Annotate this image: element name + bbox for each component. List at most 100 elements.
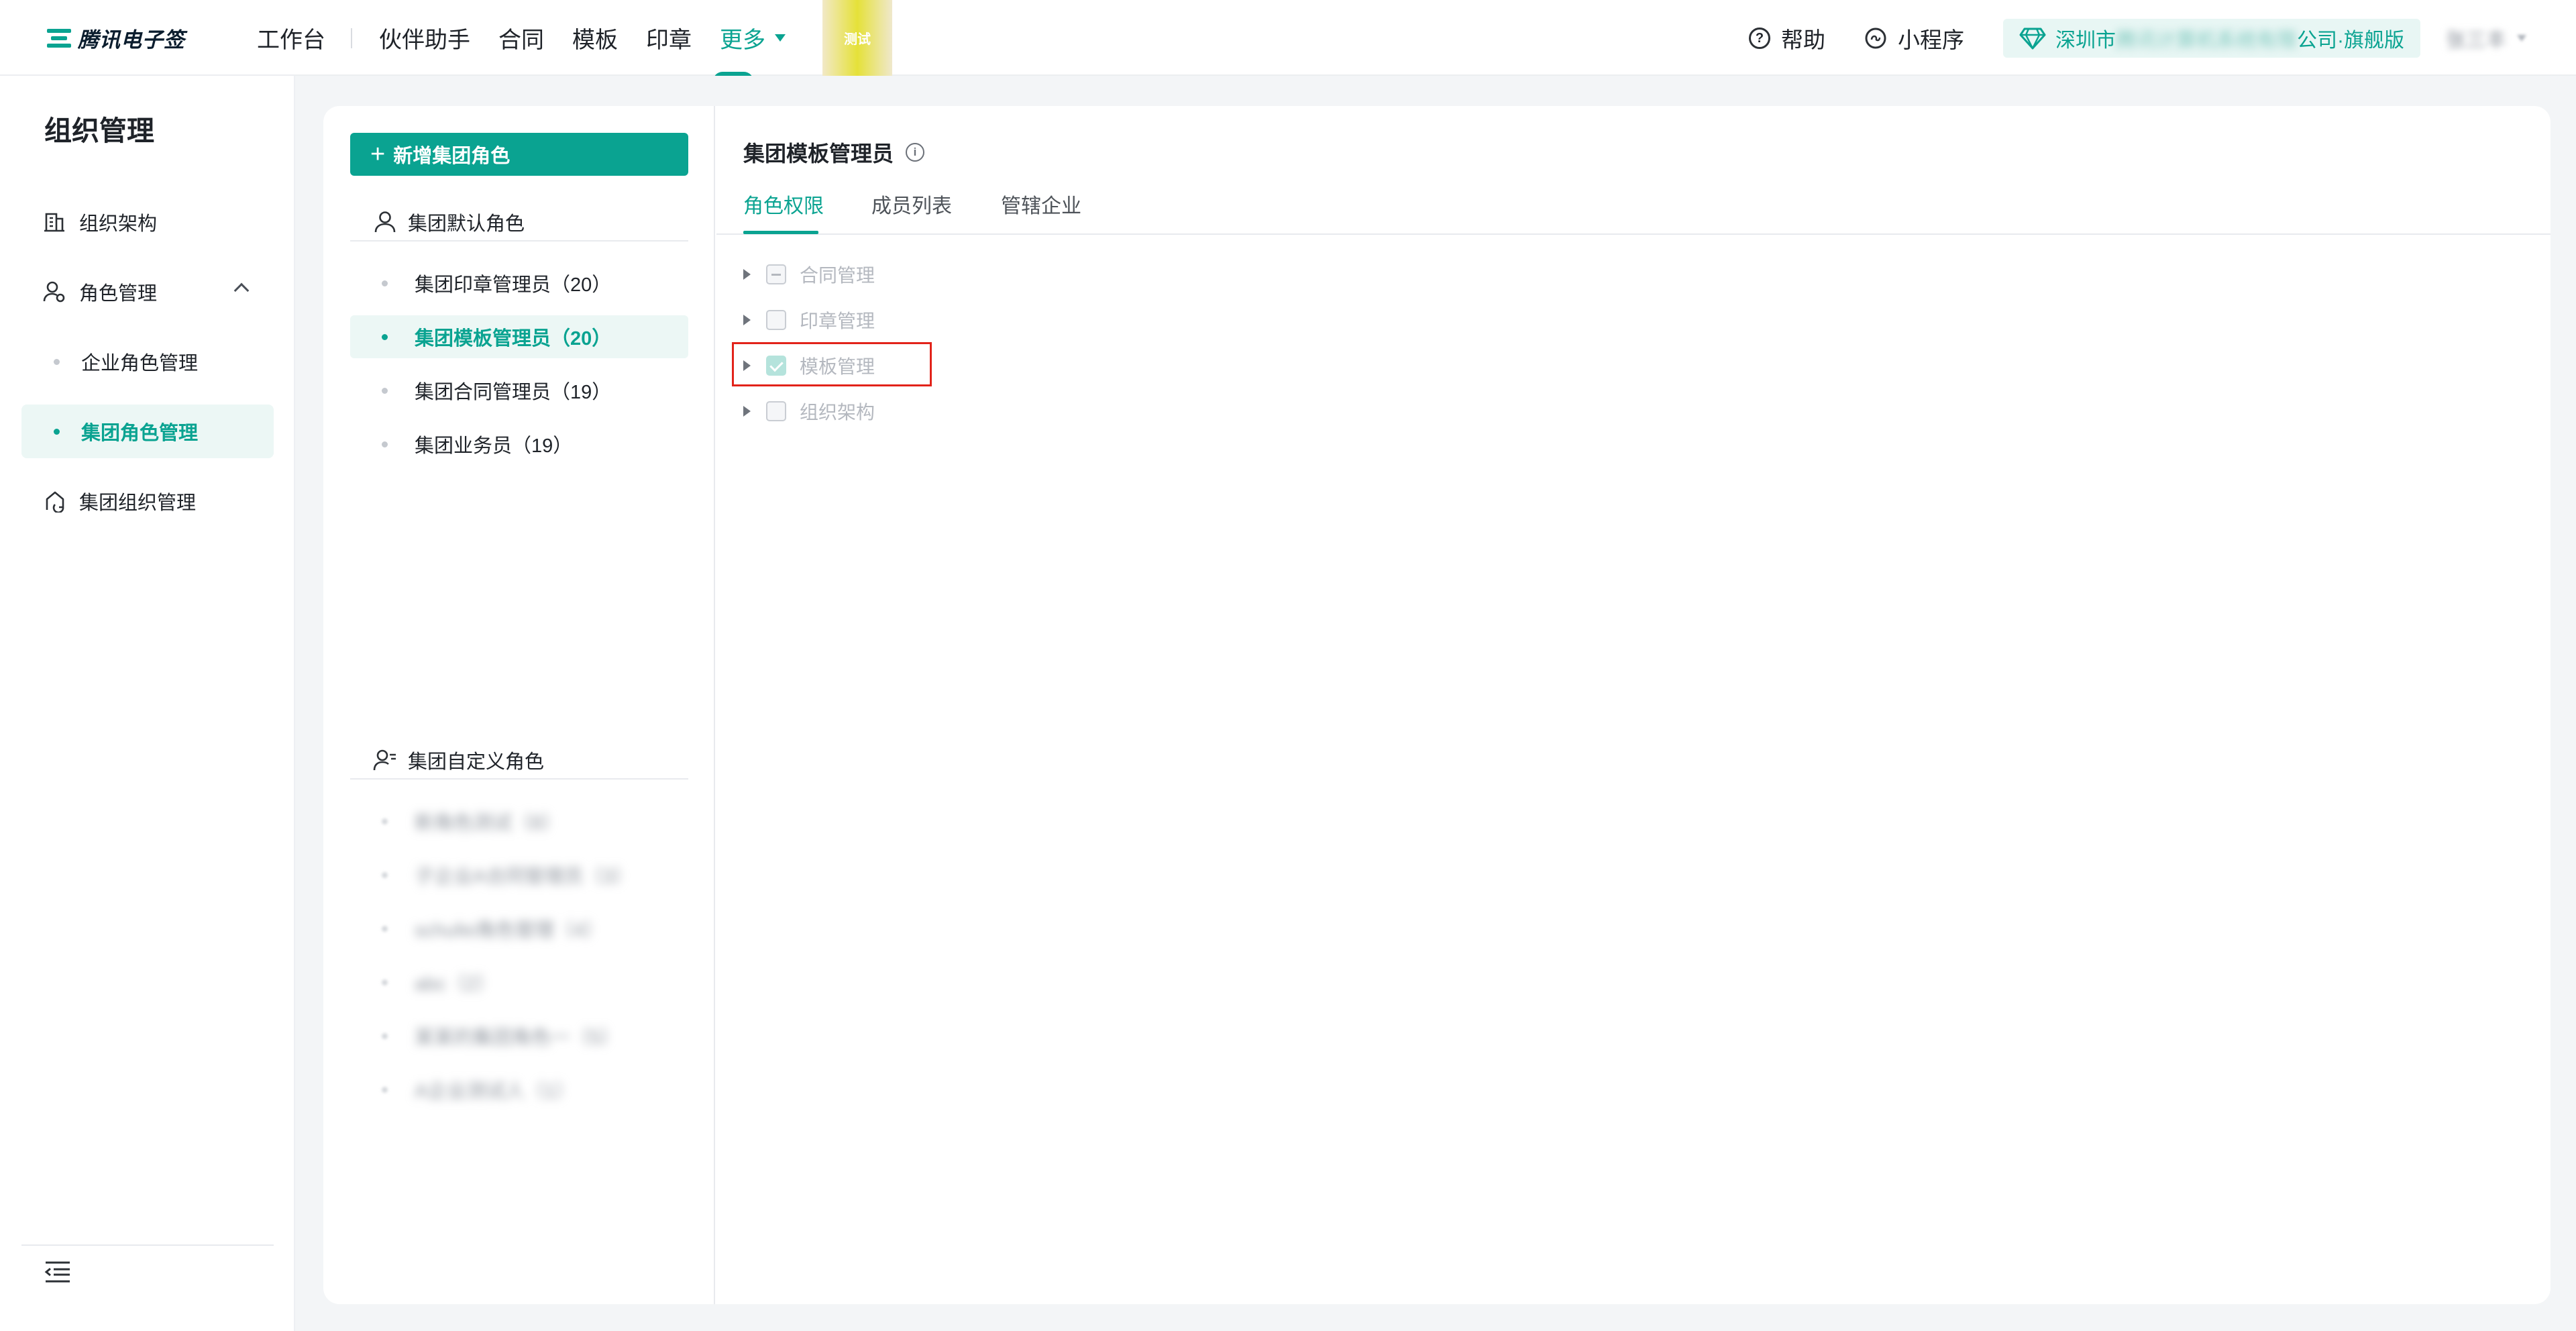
org-name-prefix: 深圳市 <box>2055 29 2116 52</box>
caret-down-icon <box>775 34 786 42</box>
top-navigation-bar: 腾讯电子签 工作台 伙伴助手 合同 模板 印章 更多 测试 ? 帮助 小程序 深… <box>0 0 2576 81</box>
sidebar-item-label: 企业角色管理 <box>81 353 199 374</box>
add-group-role-label: 新增集团角色 <box>393 146 511 167</box>
role-label: 某某的集团角色一（5） <box>415 1027 621 1049</box>
nav-template[interactable]: 模板 <box>572 21 618 54</box>
nav-contract[interactable]: 合同 <box>498 21 544 54</box>
role-label: 新角色测试（8） <box>415 812 562 834</box>
main-nav: 工作台 伙伴助手 合同 模板 印章 更多 <box>257 0 814 76</box>
permission-row-contract: 合同管理 <box>743 260 875 289</box>
sidebar-item-group-org[interactable]: 集团组织管理 <box>21 474 274 528</box>
help-button[interactable]: ? 帮助 <box>1749 22 1825 54</box>
tab-managed-enterprises[interactable]: 管辖企业 <box>1001 189 1081 219</box>
role-item[interactable]: 集团合同管理员（19） <box>350 369 688 412</box>
tab-role-permissions[interactable]: 角色权限 <box>743 189 824 219</box>
bullet-dot <box>382 925 388 932</box>
permission-label: 印章管理 <box>800 311 875 331</box>
miniprogram-button[interactable]: 小程序 <box>1864 22 1964 54</box>
bullet-dot <box>382 1086 388 1093</box>
org-name-suffix: 公司·旗舰版 <box>2297 29 2404 52</box>
permission-label: 合同管理 <box>800 265 875 286</box>
user-list-icon <box>373 749 396 771</box>
bullet-dot <box>54 358 60 365</box>
add-group-role-button[interactable]: + 新增集团角色 <box>350 133 688 176</box>
tab-member-list[interactable]: 成员列表 <box>871 189 952 219</box>
nav-partner-assistant[interactable]: 伙伴助手 <box>379 21 470 54</box>
sidebar-item-role-management[interactable]: 角色管理 <box>21 265 274 319</box>
environment-tag-label: 测试 <box>844 32 871 47</box>
role-item[interactable]: A企业测试人（1） <box>350 1068 688 1111</box>
environment-tag: 测试 <box>822 0 892 76</box>
logo-text: 腾讯电子签 <box>78 28 185 52</box>
sidebar-item-label: 集团角色管理 <box>81 423 199 444</box>
sidebar-item-label: 组织架构 <box>79 213 158 235</box>
role-detail-tabs: 角色权限 成员列表 管辖企业 <box>716 187 2551 235</box>
role-item[interactable]: 子企业A合同管理员（3） <box>350 853 688 896</box>
bullet-dot <box>382 1032 388 1039</box>
bullet-dot <box>382 979 388 986</box>
role-label: 子企业A合同管理员（3） <box>415 866 633 888</box>
nav-more-label: 更多 <box>720 28 765 53</box>
user-icon <box>374 211 396 233</box>
role-item-selected[interactable]: 集团模板管理员（20） <box>350 315 688 358</box>
permission-checkbox-indeterminate[interactable] <box>766 264 786 284</box>
custom-roles-header: 集团自定义角色 <box>350 742 688 780</box>
nav-workbench[interactable]: 工作台 <box>257 21 325 54</box>
sidebar-title: 组织管理 <box>44 115 154 146</box>
sidebar-item-group-roles[interactable]: 集团角色管理 <box>21 405 274 458</box>
expand-arrow-icon[interactable] <box>743 406 751 417</box>
role-label: 集团印章管理员（20） <box>415 274 612 296</box>
role-label: abc（2） <box>415 973 496 995</box>
left-sidebar: 组织管理 组织架构 角色管理 企业角色管理 集团角色管理 集团组织管理 <box>0 76 295 1331</box>
bullet-dot <box>382 441 388 447</box>
info-icon[interactable]: i <box>906 143 925 162</box>
role-label: A企业测试人（1） <box>415 1081 575 1102</box>
permission-checkbox[interactable] <box>766 310 786 330</box>
org-name-hidden: 腾讯计算机系统有限 <box>2116 29 2297 52</box>
highlight-annotation-box <box>732 342 932 386</box>
help-icon: ? <box>1749 27 1770 49</box>
nav-more[interactable]: 更多 <box>720 21 786 54</box>
miniprogram-label: 小程序 <box>1898 27 1964 52</box>
app-logo[interactable]: 腾讯电子签 <box>44 23 185 53</box>
sidebar-item-org-structure[interactable]: 组织架构 <box>21 195 274 249</box>
role-label: 集团模板管理员（20） <box>415 328 612 350</box>
group-org-icon <box>46 491 64 513</box>
role-item[interactable]: 集团业务员（19） <box>350 423 688 466</box>
bullet-dot <box>54 428 60 435</box>
permission-label: 组织架构 <box>800 402 875 423</box>
role-item[interactable]: 某某的集团角色一（5） <box>350 1014 688 1057</box>
diamond-icon <box>2019 28 2046 49</box>
user-name[interactable]: 张三丰 <box>2446 23 2506 53</box>
organization-switcher[interactable]: 深圳市 腾讯计算机系统有限 公司·旗舰版 <box>2003 18 2420 58</box>
bullet-dot <box>382 280 388 286</box>
user-menu-caret-icon[interactable] <box>2517 34 2526 42</box>
sidebar-item-label: 角色管理 <box>79 283 158 305</box>
expand-arrow-icon[interactable] <box>743 315 751 325</box>
default-roles-title: 集团默认角色 <box>408 213 525 235</box>
nav-seal[interactable]: 印章 <box>646 21 692 54</box>
role-label: schufei角色管理（4） <box>415 920 604 941</box>
role-label: 集团业务员（19） <box>415 435 573 457</box>
bullet-dot <box>382 333 388 340</box>
active-tab-indicator <box>743 231 818 234</box>
building-icon <box>44 213 64 232</box>
role-item[interactable]: schufei角色管理（4） <box>350 907 688 950</box>
bullet-dot <box>382 387 388 394</box>
collapse-sidebar-icon[interactable] <box>44 1260 71 1284</box>
sidebar-item-label: 集团组织管理 <box>79 492 197 514</box>
logo-icon <box>44 25 74 52</box>
permission-checkbox[interactable] <box>766 401 786 421</box>
role-detail-title: 集团模板管理员 i <box>743 137 925 168</box>
permission-row-seal: 印章管理 <box>743 305 875 335</box>
custom-roles-title: 集团自定义角色 <box>408 751 545 773</box>
role-item[interactable]: 集团印章管理员（20） <box>350 262 688 305</box>
user-role-icon <box>43 281 65 303</box>
bullet-dot <box>382 871 388 878</box>
sidebar-item-enterprise-roles[interactable]: 企业角色管理 <box>21 335 274 388</box>
help-label: 帮助 <box>1781 27 1825 52</box>
role-item[interactable]: abc（2） <box>350 961 688 1004</box>
expand-arrow-icon[interactable] <box>743 269 751 280</box>
role-item[interactable]: 新角色测试（8） <box>350 800 688 843</box>
nav-divider <box>351 28 352 48</box>
